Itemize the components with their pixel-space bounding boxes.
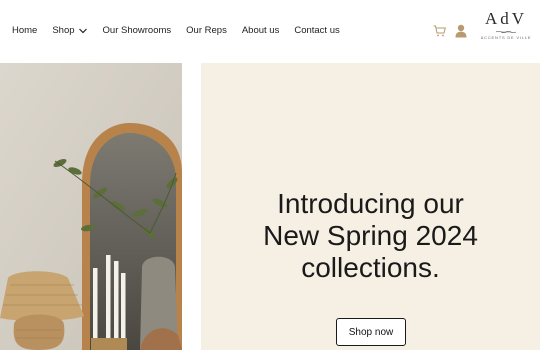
nav-about-us[interactable]: About us [242,25,280,36]
hero-promo-panel: Introducing our New Spring 2024 collecti… [201,63,540,350]
hero-photo [0,63,182,350]
logo-mark: AdV [484,9,528,28]
nav-shop[interactable]: Shop [52,25,87,36]
hero-gap [182,63,201,350]
nav-our-reps[interactable]: Our Reps [186,25,227,36]
nav-about-us-label: About us [241,25,280,36]
nav-contact-us-label: Contact us [294,25,340,36]
nav-home-label: Home [12,25,38,36]
headline-line-2: New Spring 2024 [263,220,478,251]
shop-now-button[interactable]: Shop now [336,318,406,346]
nav-home[interactable]: Home [12,25,37,36]
nav-our-showrooms-label: Our Showrooms [102,25,172,36]
headline-line-1: Introducing our [277,188,464,219]
nav-shop-label: Shop [52,25,75,36]
nav-our-reps-label: Our Reps [186,25,227,36]
cart-icon[interactable] [433,25,446,37]
hero-image [0,63,182,350]
brand-logo[interactable]: AdV ACCENTS DE VILLE [477,10,535,50]
hero-headline: Introducing our New Spring 2024 collecti… [201,188,540,284]
logo-tagline: ACCENTS DE VILLE [480,35,532,40]
headline-line-3: collections. [301,252,440,283]
nav-contact-us[interactable]: Contact us [294,25,339,36]
user-icon[interactable] [455,24,467,38]
main-nav: Home Shop Our Showrooms Our Reps About u… [12,25,355,36]
chevron-down-icon [78,28,87,33]
site-header: Home Shop Our Showrooms Our Reps About u… [0,0,540,63]
nav-our-showrooms[interactable]: Our Showrooms [103,25,172,36]
